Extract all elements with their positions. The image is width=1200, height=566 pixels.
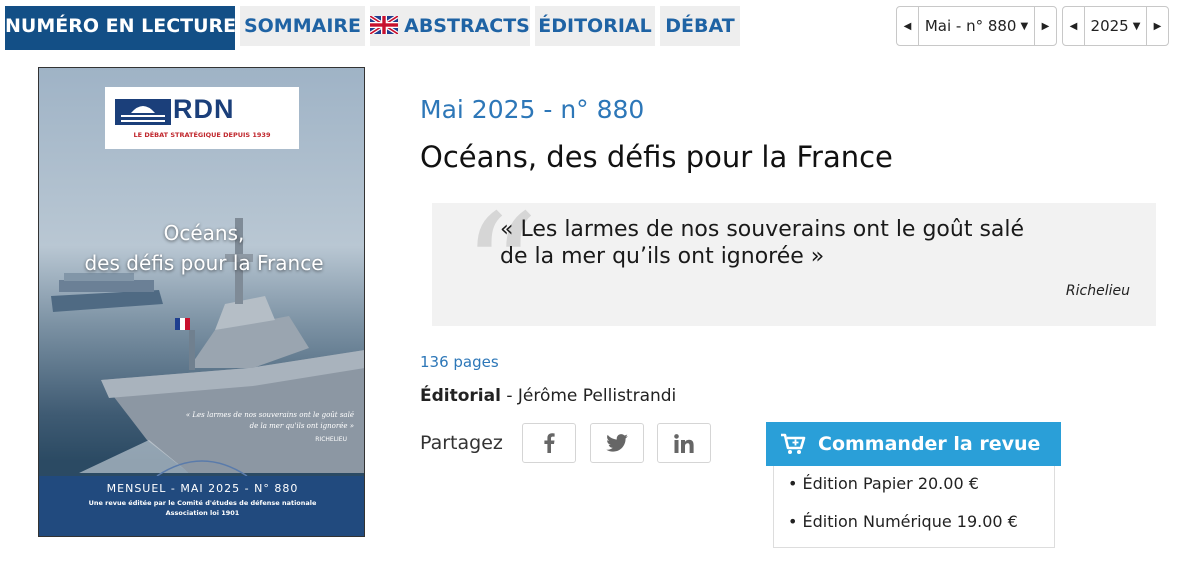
quote-author: Richelieu <box>1065 283 1130 299</box>
twitter-icon <box>606 434 628 452</box>
editorial-label[interactable]: Éditorial <box>420 386 501 406</box>
order-button[interactable]: Commander la revue <box>766 422 1061 466</box>
cover-quote-line2: de la mer qu'ils ont ignorée » <box>249 422 354 430</box>
issue-select[interactable]: Mai - n° 880 ▼ <box>919 7 1034 45</box>
facebook-share-button[interactable] <box>522 423 576 463</box>
rdn-building-logo-icon <box>115 99 171 125</box>
cover-quote-author: RICHELIEU <box>315 436 347 443</box>
cart-add-icon <box>781 433 806 454</box>
twitter-share-button[interactable] <box>590 423 644 463</box>
previous-issue-arrow-icon[interactable]: ◀ <box>897 7 919 45</box>
linkedin-icon <box>674 433 694 453</box>
order-options: • Édition Papier 20.00 € • Édition Numér… <box>773 466 1055 548</box>
next-issue-arrow-icon[interactable]: ▶ <box>1034 7 1056 45</box>
year-selector[interactable]: ◀ 2025 ▼ ▶ <box>1062 6 1169 46</box>
cover-issue-label: MENSUEL - MAI 2025 - N° 880 <box>106 482 299 495</box>
quote-text: « Les larmes de nos souverains ont le go… <box>500 216 1100 270</box>
quote-line1: « Les larmes de nos souverains ont le go… <box>500 217 1025 242</box>
cover-title-line2: des défis pour la France <box>84 251 324 275</box>
previous-year-arrow-icon[interactable]: ◀ <box>1063 7 1085 45</box>
tab-editorial[interactable]: ÉDITORIAL <box>535 6 655 46</box>
year-select[interactable]: 2025 ▼ <box>1085 7 1146 45</box>
issue-select-value: Mai - n° 880 <box>924 17 1017 35</box>
tab-abstracts-label: ABSTRACTS <box>404 15 530 37</box>
tab-numero-en-lecture[interactable]: NUMÉRO EN LECTURE <box>5 6 236 46</box>
facebook-icon <box>544 433 555 453</box>
cover-logo-text: RDN <box>173 94 235 124</box>
issue-title: Océans, des défis pour la France <box>420 140 893 174</box>
editorial-credit: Éditorial - Jérôme Pellistrandi <box>420 386 676 406</box>
cover-publisher-line1: Une revue éditée par le Comité d'études … <box>88 499 317 507</box>
tab-debat[interactable]: DÉBAT <box>660 6 740 46</box>
order-option-paper[interactable]: • Édition Papier 20.00 € <box>788 474 979 493</box>
issue-selector[interactable]: ◀ Mai - n° 880 ▼ ▶ <box>896 6 1057 46</box>
editorial-author: - Jérôme Pellistrandi <box>500 386 677 406</box>
page-count: 136 pages <box>420 353 499 371</box>
share-label: Partagez <box>420 432 503 454</box>
order-button-label: Commander la revue <box>818 433 1041 455</box>
rdn-logo: RDN LE DÉBAT STRATÉGIQUE DEPUIS 1939 <box>105 87 299 149</box>
caret-down-icon: ▼ <box>1020 20 1029 32</box>
cover-title-line1: Océans, <box>163 221 245 245</box>
active-tab-underline <box>5 46 235 50</box>
year-select-value: 2025 <box>1090 17 1129 35</box>
order-option-digital[interactable]: • Édition Numérique 19.00 € <box>788 512 1018 531</box>
quote-line2: de la mer qu’ils ont ignorée » <box>500 244 825 269</box>
next-year-arrow-icon[interactable]: ▶ <box>1146 7 1168 45</box>
cover-quote: « Les larmes de nos souverains ont le go… <box>139 410 354 432</box>
uk-flag-icon <box>370 15 399 34</box>
issue-heading: Mai 2025 - n° 880 <box>420 95 645 124</box>
quote-box: “ « Les larmes de nos souverains ont le … <box>432 195 1156 345</box>
cover-quote-line1: « Les larmes de nos souverains ont le go… <box>185 411 354 419</box>
top-navigation: NUMÉRO EN LECTURE SOMMAIRE ABSTRACTS ÉDI… <box>0 0 1200 50</box>
caret-down-icon: ▼ <box>1132 20 1141 32</box>
cover-publisher-line2: Association loi 1901 <box>165 509 240 517</box>
cover-publisher: Une revue éditée par le Comité d'études … <box>39 498 364 518</box>
tab-abstracts[interactable]: ABSTRACTS <box>370 6 530 46</box>
cover-logo-tagline: LE DÉBAT STRATÉGIQUE DEPUIS 1939 <box>133 131 271 139</box>
linkedin-share-button[interactable] <box>657 423 711 463</box>
tab-sommaire[interactable]: SOMMAIRE <box>240 6 365 46</box>
magazine-cover[interactable]: RDN LE DÉBAT STRATÉGIQUE DEPUIS 1939 Océ… <box>38 67 365 537</box>
cover-title: Océans, des défis pour la France <box>59 218 349 278</box>
